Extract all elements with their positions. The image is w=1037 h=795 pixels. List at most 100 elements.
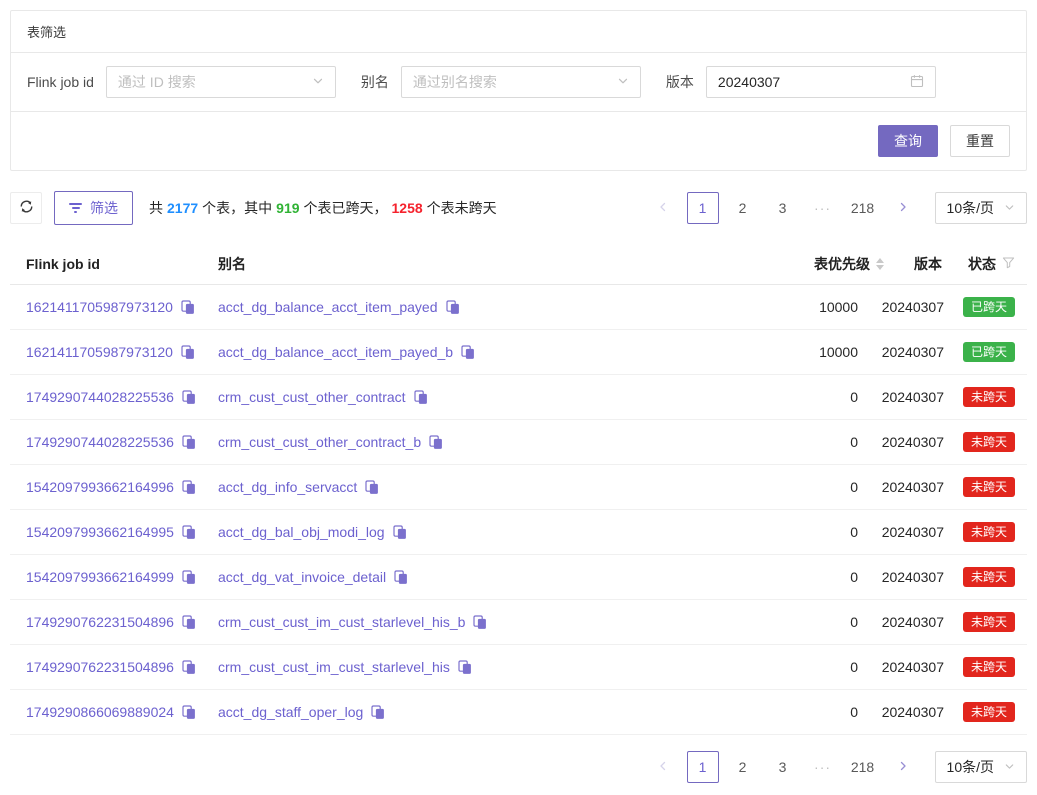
next-page-button[interactable] xyxy=(887,751,919,783)
filter-funnel-icon[interactable] xyxy=(1002,256,1015,272)
copy-icon[interactable] xyxy=(181,300,195,314)
row-id-link[interactable]: 1749290744028225536 xyxy=(26,434,174,450)
row-id-link[interactable]: 1542097993662164995 xyxy=(26,524,174,540)
page-button-218[interactable]: 218 xyxy=(847,192,879,224)
copy-icon[interactable] xyxy=(414,390,428,404)
prev-page-button[interactable] xyxy=(647,751,679,783)
row-alias-link[interactable]: acct_dg_vat_invoice_detail xyxy=(218,569,386,585)
page-ellipsis[interactable]: ··· xyxy=(807,751,839,783)
status-badge: 未跨天 xyxy=(963,702,1015,722)
row-id-link[interactable]: 1621411705987973120 xyxy=(26,299,173,315)
copy-icon[interactable] xyxy=(458,660,472,674)
flink-job-id-field: Flink job id 通过 ID 搜索 xyxy=(27,66,336,98)
page-ellipsis[interactable]: ··· xyxy=(807,192,839,224)
copy-icon[interactable] xyxy=(182,615,196,629)
copy-icon[interactable] xyxy=(182,570,196,584)
page-button-1[interactable]: 1 xyxy=(687,192,719,224)
copy-icon[interactable] xyxy=(181,345,195,359)
version-cell: 20240307 xyxy=(884,704,948,720)
row-id-link[interactable]: 1749290866069889024 xyxy=(26,704,174,720)
reset-button[interactable]: 重置 xyxy=(950,125,1010,157)
table-row: 1749290762231504896 crm_cust_cust_im_cus… xyxy=(10,600,1027,645)
sort-icon[interactable] xyxy=(876,258,884,270)
page-button-3[interactable]: 3 xyxy=(767,192,799,224)
row-id-link[interactable]: 1749290762231504896 xyxy=(26,659,174,675)
row-alias-link[interactable]: acct_dg_info_servacct xyxy=(218,479,357,495)
copy-icon[interactable] xyxy=(393,525,407,539)
copy-icon[interactable] xyxy=(182,660,196,674)
status-cell: 未跨天 xyxy=(948,432,1027,452)
status-cell: 已跨天 xyxy=(948,297,1027,317)
chevron-down-icon xyxy=(617,74,629,90)
row-id-link[interactable]: 1542097993662164996 xyxy=(26,479,174,495)
row-alias-link[interactable]: crm_cust_cust_im_cust_starlevel_his xyxy=(218,659,450,675)
filter-button-label: 筛选 xyxy=(90,198,118,218)
copy-icon[interactable] xyxy=(461,345,475,359)
table-summary: 共 2177 个表，其中 919 个表已跨天， 1258 个表未跨天 xyxy=(149,198,497,218)
row-alias-link[interactable]: crm_cust_cust_other_contract xyxy=(218,389,406,405)
alias-cell: acct_dg_vat_invoice_detail xyxy=(206,569,720,585)
row-id-link[interactable]: 1749290762231504896 xyxy=(26,614,174,630)
id-cell: 1749290762231504896 xyxy=(10,659,206,675)
id-cell: 1749290744028225536 xyxy=(10,389,206,405)
summary-crossed-count: 919 xyxy=(276,200,299,216)
copy-icon[interactable] xyxy=(473,615,487,629)
chevron-left-icon xyxy=(657,200,669,216)
copy-icon[interactable] xyxy=(446,300,460,314)
table-row: 1749290744028225536 crm_cust_cust_other_… xyxy=(10,420,1027,465)
row-alias-link[interactable]: acct_dg_staff_oper_log xyxy=(218,704,363,720)
page-button-1[interactable]: 1 xyxy=(687,751,719,783)
table-row: 1542097993662164995 acct_dg_bal_obj_modi… xyxy=(10,510,1027,555)
calendar-icon xyxy=(910,74,924,91)
table-row: 1542097993662164996 acct_dg_info_servacc… xyxy=(10,465,1027,510)
page-button-2[interactable]: 2 xyxy=(727,192,759,224)
search-button[interactable]: 查询 xyxy=(878,125,938,157)
row-alias-link[interactable]: acct_dg_balance_acct_item_payed xyxy=(218,299,438,315)
row-alias-link[interactable]: acct_dg_balance_acct_item_payed_b xyxy=(218,344,453,360)
page-button-218[interactable]: 218 xyxy=(847,751,879,783)
row-id-link[interactable]: 1542097993662164999 xyxy=(26,569,174,585)
page-size-select[interactable]: 10条/页 xyxy=(935,192,1027,224)
summary-total-count: 2177 xyxy=(167,200,198,216)
version-cell: 20240307 xyxy=(884,344,948,360)
alias-select[interactable]: 通过别名搜索 xyxy=(401,66,641,98)
summary-uncrossed-count: 1258 xyxy=(392,200,423,216)
filter-button[interactable]: 筛选 xyxy=(54,191,133,225)
column-header-priority[interactable]: 表优先级 xyxy=(720,254,884,274)
copy-icon[interactable] xyxy=(429,435,443,449)
copy-icon[interactable] xyxy=(182,480,196,494)
page-button-3[interactable]: 3 xyxy=(767,751,799,783)
refresh-button[interactable] xyxy=(10,192,42,224)
copy-icon[interactable] xyxy=(182,705,196,719)
status-cell: 未跨天 xyxy=(948,522,1027,542)
next-page-button[interactable] xyxy=(887,192,919,224)
version-date-input[interactable]: 20240307 xyxy=(706,66,936,98)
version-cell: 20240307 xyxy=(884,389,948,405)
page-button-2[interactable]: 2 xyxy=(727,751,759,783)
row-id-link[interactable]: 1749290744028225536 xyxy=(26,389,174,405)
status-badge: 未跨天 xyxy=(963,477,1015,497)
column-header-status-label: 状态 xyxy=(968,254,996,274)
prev-page-button[interactable] xyxy=(647,192,679,224)
version-cell: 20240307 xyxy=(884,569,948,585)
filter-card: 表筛选 Flink job id 通过 ID 搜索 别名 通过别名搜索 xyxy=(10,10,1027,171)
copy-icon[interactable] xyxy=(371,705,385,719)
copy-icon[interactable] xyxy=(394,570,408,584)
filter-card-title: 表筛选 xyxy=(11,11,1026,53)
version-date-value: 20240307 xyxy=(718,74,910,90)
page-size-select[interactable]: 10条/页 xyxy=(935,751,1027,783)
flink-job-id-select[interactable]: 通过 ID 搜索 xyxy=(106,66,336,98)
copy-icon[interactable] xyxy=(182,525,196,539)
copy-icon[interactable] xyxy=(182,435,196,449)
status-cell: 未跨天 xyxy=(948,657,1027,677)
row-alias-link[interactable]: acct_dg_bal_obj_modi_log xyxy=(218,524,385,540)
row-alias-link[interactable]: crm_cust_cust_im_cust_starlevel_his_b xyxy=(218,614,465,630)
version-cell: 20240307 xyxy=(884,299,948,315)
row-alias-link[interactable]: crm_cust_cust_other_contract_b xyxy=(218,434,421,450)
priority-cell: 0 xyxy=(720,389,884,405)
copy-icon[interactable] xyxy=(365,480,379,494)
summary-text: 共 xyxy=(149,198,163,218)
column-header-status[interactable]: 状态 xyxy=(948,254,1027,274)
row-id-link[interactable]: 1621411705987973120 xyxy=(26,344,173,360)
copy-icon[interactable] xyxy=(182,390,196,404)
